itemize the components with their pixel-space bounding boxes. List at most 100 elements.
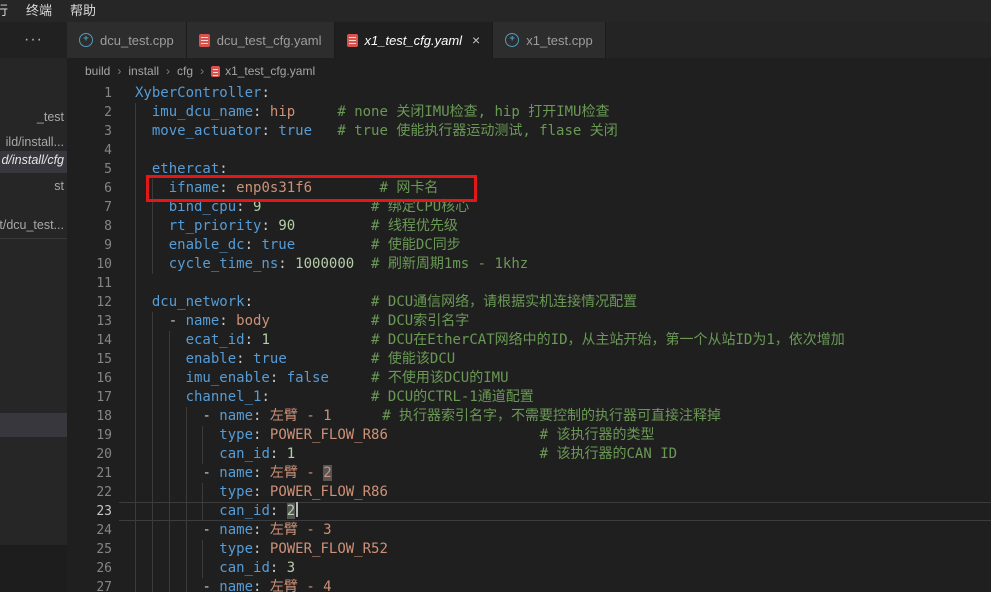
tab-overflow-actions[interactable]: ··· bbox=[0, 22, 67, 58]
line-number: 10 bbox=[67, 255, 115, 274]
token-str: 左臂 - 1 bbox=[270, 408, 332, 424]
code-line[interactable]: type: POWER_FLOW_R52 bbox=[135, 540, 845, 559]
token-text bbox=[270, 313, 371, 329]
code-line[interactable]: XyberController: bbox=[135, 84, 845, 103]
code-line[interactable] bbox=[135, 274, 845, 293]
token-str: POWER_FLOW_R86 bbox=[270, 484, 388, 500]
code-line[interactable]: can_id: 1 # 该执行器的CAN ID bbox=[135, 445, 845, 464]
editor[interactable]: 1234567891011121314151617181920212223242… bbox=[67, 84, 991, 592]
sidebar-item[interactable]: ild/install... bbox=[0, 133, 67, 153]
line-number: 17 bbox=[67, 388, 115, 407]
line-number: 24 bbox=[67, 521, 115, 540]
sidebar-item-label: t/dcu_test... bbox=[0, 218, 64, 232]
token-text bbox=[388, 427, 540, 443]
token-key: dcu_network bbox=[152, 294, 245, 310]
tab-x1_test.cpp[interactable]: +x1_test.cpp bbox=[493, 22, 606, 58]
sidebar-item[interactable]: d/install/cfg bbox=[0, 151, 67, 173]
tab-label: dcu_test_cfg.yaml bbox=[217, 33, 322, 48]
chevron-right-icon: › bbox=[200, 64, 204, 78]
token-bool: true bbox=[278, 123, 312, 139]
code-line[interactable]: enable: true # 使能该DCU bbox=[135, 350, 845, 369]
token-text bbox=[135, 503, 219, 519]
code-line[interactable]: imu_dcu_name: hip # none 关闭IMU检查, hip 打开… bbox=[135, 103, 845, 122]
token-bool: false bbox=[287, 370, 329, 386]
yaml-file-icon bbox=[211, 66, 220, 77]
token-cmt: # DCU在EtherCAT网络中的ID，从主站开始，第一个从站ID为1，依次增… bbox=[371, 332, 845, 348]
sidebar-item[interactable]: st bbox=[0, 177, 67, 197]
token-key: channel_1 bbox=[186, 389, 262, 405]
code-content[interactable]: XyberController: imu_dcu_name: hip # non… bbox=[135, 84, 845, 592]
line-number: 21 bbox=[67, 464, 115, 483]
tab-dcu_test_cfg.yaml[interactable]: dcu_test_cfg.yaml bbox=[187, 22, 335, 58]
tab-dcu_test.cpp[interactable]: +dcu_test.cpp bbox=[67, 22, 187, 58]
token-cmt: # DCU索引名字 bbox=[371, 313, 469, 329]
line-number: 3 bbox=[67, 122, 115, 141]
token-text bbox=[135, 218, 169, 234]
token-key: imu_enable bbox=[186, 370, 270, 386]
token-key: enable_dc bbox=[169, 237, 245, 253]
token-text bbox=[295, 446, 539, 462]
code-line[interactable]: - name: 左臂 - 3 bbox=[135, 521, 845, 540]
token-key: type bbox=[219, 484, 253, 500]
line-number: 11 bbox=[67, 274, 115, 293]
sidebar-selected-row[interactable] bbox=[0, 413, 67, 437]
token-pun: - bbox=[202, 408, 219, 424]
code-line[interactable] bbox=[135, 141, 845, 160]
token-key: cycle_time_ns bbox=[169, 256, 279, 272]
code-line[interactable]: rt_priority: 90 # 线程优先级 bbox=[135, 217, 845, 236]
code-line[interactable]: can_id: 2 bbox=[135, 502, 845, 521]
code-line[interactable]: imu_enable: false # 不使用该DCU的IMU bbox=[135, 369, 845, 388]
token-str: body bbox=[236, 313, 270, 329]
token-text bbox=[261, 427, 269, 443]
line-number-gutter: 1234567891011121314151617181920212223242… bbox=[67, 84, 115, 592]
sidebar-item-label: d/install/cfg bbox=[1, 153, 64, 167]
code-line[interactable]: - name: 左臂 - 4 bbox=[135, 578, 845, 592]
line-number: 26 bbox=[67, 559, 115, 578]
token-num: 1 bbox=[261, 332, 269, 348]
code-line[interactable]: - name: body # DCU索引名字 bbox=[135, 312, 845, 331]
token-text bbox=[135, 541, 219, 557]
line-number: 5 bbox=[67, 160, 115, 179]
code-line[interactable]: dcu_network: # DCU通信网络，请根据实机连接情况配置 bbox=[135, 293, 845, 312]
token-key: name bbox=[219, 579, 253, 592]
code-line[interactable]: - name: 左臂 - 2 bbox=[135, 464, 845, 483]
token-text bbox=[135, 446, 219, 462]
token-num: 2 bbox=[287, 503, 295, 519]
token-pun: : bbox=[219, 313, 227, 329]
menu-item-帮助[interactable]: 帮助 bbox=[61, 0, 105, 22]
code-line[interactable]: type: POWER_FLOW_R86 # 该执行器的类型 bbox=[135, 426, 845, 445]
code-line[interactable]: can_id: 3 bbox=[135, 559, 845, 578]
menu-item-行[interactable]: 行 bbox=[0, 0, 17, 22]
code-line[interactable]: cycle_time_ns: 1000000 # 刷新周期1ms - 1khz bbox=[135, 255, 845, 274]
code-line[interactable]: move_actuator: true # true 使能执行器运动测试, fl… bbox=[135, 122, 845, 141]
token-key: can_id bbox=[219, 446, 270, 462]
sidebar-item[interactable]: _test bbox=[0, 108, 67, 128]
cpp-file-icon: + bbox=[505, 33, 519, 47]
breadcrumb-segment-cfg[interactable]: cfg bbox=[177, 64, 193, 78]
close-icon[interactable]: × bbox=[472, 33, 480, 47]
tab-label: x1_test_cfg.yaml bbox=[365, 33, 463, 48]
tab-x1_test_cfg.yaml[interactable]: x1_test_cfg.yaml × bbox=[335, 22, 494, 58]
token-text bbox=[261, 484, 269, 500]
code-line[interactable]: - name: 左臂 - 1 # 执行器索引名字，不需要控制的执行器可直接注释掉 bbox=[135, 407, 845, 426]
token-text bbox=[135, 465, 202, 481]
token-key: type bbox=[219, 541, 253, 557]
breadcrumb-segment-install[interactable]: install bbox=[128, 64, 159, 78]
token-key: can_id bbox=[219, 560, 270, 576]
chevron-right-icon: › bbox=[166, 64, 170, 78]
token-str: 左臂 - 3 bbox=[270, 522, 332, 538]
token-pun: - bbox=[202, 579, 219, 592]
token-str: 左臂 - bbox=[270, 465, 323, 481]
breadcrumb-segment-build[interactable]: build bbox=[85, 64, 110, 78]
token-text bbox=[135, 256, 169, 272]
token-num: 3 bbox=[287, 560, 295, 576]
code-line[interactable]: type: POWER_FLOW_R86 bbox=[135, 483, 845, 502]
sidebar-item[interactable]: t/dcu_test... bbox=[0, 216, 67, 236]
menu-item-终端[interactable]: 终端 bbox=[17, 0, 61, 22]
breadcrumb-file[interactable]: x1_test_cfg.yaml bbox=[225, 64, 315, 78]
code-line[interactable]: ecat_id: 1 # DCU在EtherCAT网络中的ID，从主站开始，第一… bbox=[135, 331, 845, 350]
code-line[interactable]: enable_dc: true # 使能DC同步 bbox=[135, 236, 845, 255]
token-key: name bbox=[219, 408, 253, 424]
token-key: name bbox=[186, 313, 220, 329]
code-line[interactable]: channel_1: # DCU的CTRL-1通道配置 bbox=[135, 388, 845, 407]
